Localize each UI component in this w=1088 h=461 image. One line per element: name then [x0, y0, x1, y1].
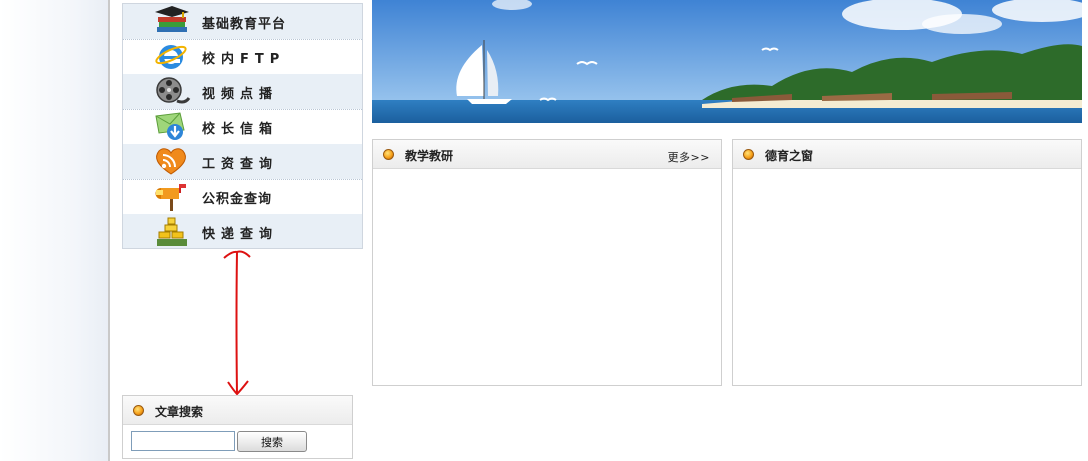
menu-item-video-on-demand[interactable]: 视频点播 [123, 74, 362, 109]
left-divider [108, 0, 110, 461]
menu-item-label: 快递查询 [202, 227, 279, 242]
panel-title: 文章搜索 [155, 405, 204, 419]
menu-item-label: 视频点播 [202, 87, 279, 102]
menu-item-label: 公积金查询 [202, 192, 273, 207]
search-input[interactable] [131, 431, 235, 451]
panel-title: 德育之窗 [765, 149, 814, 163]
menu-item-label: 校长信箱 [202, 122, 279, 137]
menu-item-label: 工资查询 [202, 157, 279, 172]
panel-header: 教学教研 更多>> [373, 140, 721, 169]
panel-header: 文章搜索 [123, 396, 352, 425]
internet-explorer-icon [155, 45, 187, 69]
moral-education-panel: 德育之窗 [732, 139, 1082, 386]
panel-header: 德育之窗 [733, 140, 1081, 169]
article-search-panel: 文章搜索 搜索 [122, 395, 353, 459]
beach-scene [372, 0, 1082, 123]
menu-item-label: 校内FTP [202, 52, 286, 67]
banner-image [372, 0, 1082, 123]
menu-item-principal-mailbox[interactable]: 校长信箱 [123, 109, 362, 144]
menu-item-campus-ftp[interactable]: 校内FTP [123, 39, 362, 74]
quick-links-menu: 基础教育平台 校内FTP 视频点播 校长信箱 工资查询 公积金查询 快递查询 [122, 3, 363, 249]
search-button[interactable]: 搜索 [237, 431, 307, 452]
menu-item-salary-query[interactable]: 工资查询 [123, 144, 362, 179]
mailbox-icon [155, 184, 186, 211]
books-graduation-cap-icon [155, 6, 189, 32]
left-background [0, 0, 108, 461]
mail-download-icon [155, 112, 185, 140]
film-reel-icon [156, 77, 191, 104]
rss-heart-icon [156, 148, 186, 175]
more-link[interactable]: 更多>> [668, 149, 710, 165]
panel-title: 教学教研 [405, 149, 454, 163]
orange-bullet-icon [743, 149, 754, 160]
orange-bullet-icon [133, 405, 144, 416]
orange-bullet-icon [383, 149, 394, 160]
double-arrow-annotation [223, 250, 251, 396]
menu-item-express-query[interactable]: 快递查询 [123, 214, 362, 248]
menu-item-label: 基础教育平台 [202, 17, 287, 32]
gold-bars-icon [157, 217, 187, 246]
menu-item-provident-fund-query[interactable]: 公积金查询 [123, 179, 362, 214]
menu-item-basic-education-platform[interactable]: 基础教育平台 [123, 4, 362, 39]
teaching-research-panel: 教学教研 更多>> [372, 139, 722, 386]
